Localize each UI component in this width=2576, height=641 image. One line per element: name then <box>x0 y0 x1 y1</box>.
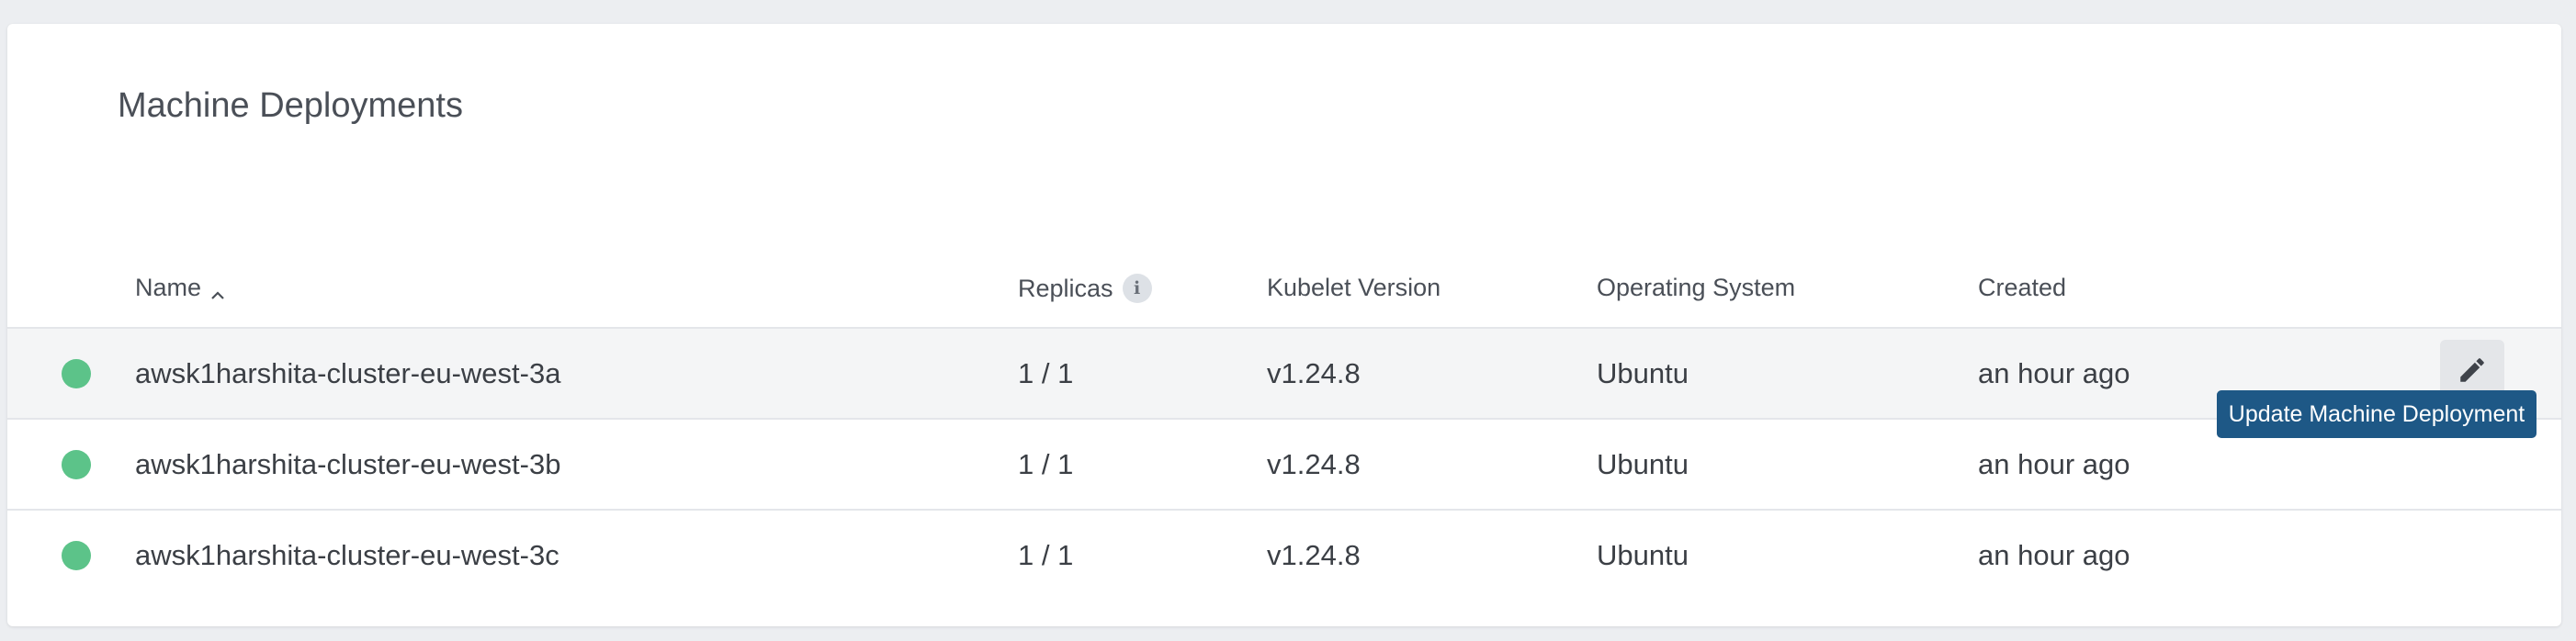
kubelet-version: v1.24.8 <box>1267 538 1361 571</box>
kubelet-version: v1.24.8 <box>1267 447 1361 480</box>
created-time: an hour ago <box>1978 447 2130 480</box>
card-title: Machine Deployments <box>118 86 463 125</box>
table-row[interactable]: awsk1harshita-cluster-eu-west-3a 1 / 1 v… <box>7 327 2561 418</box>
replicas-value: 1 / 1 <box>1018 356 1074 389</box>
deployment-name: awsk1harshita-cluster-eu-west-3c <box>135 538 559 571</box>
operating-system: Ubuntu <box>1597 447 1689 480</box>
column-label-replicas: Replicas <box>1018 274 1113 302</box>
machine-deployments-table: Name Replicas i Kubelet Version Operatin… <box>7 244 2561 600</box>
deployment-name: awsk1harshita-cluster-eu-west-3b <box>135 447 561 480</box>
table-row[interactable]: awsk1harshita-cluster-eu-west-3b 1 / 1 v… <box>7 418 2561 509</box>
column-header-kubelet: Kubelet Version <box>1267 274 1441 302</box>
status-dot-icon <box>62 359 91 388</box>
kubelet-version: v1.24.8 <box>1267 356 1361 389</box>
info-icon[interactable]: i <box>1122 274 1152 303</box>
column-header-created: Created <box>1978 274 2066 302</box>
chevron-up-icon <box>210 281 225 299</box>
column-label-kubelet: Kubelet Version <box>1267 274 1441 301</box>
operating-system: Ubuntu <box>1597 538 1689 571</box>
column-header-name[interactable]: Name <box>135 274 225 302</box>
column-header-replicas: Replicas i <box>1018 274 1152 303</box>
machine-deployments-card: Machine Deployments Name Replicas i Kube… <box>7 24 2561 626</box>
update-deployment-tooltip: Update Machine Deployment <box>2217 390 2536 438</box>
column-label-name: Name <box>135 274 202 301</box>
status-dot-icon <box>62 450 91 479</box>
created-time: an hour ago <box>1978 538 2130 571</box>
column-label-created: Created <box>1978 274 2067 301</box>
deployment-name: awsk1harshita-cluster-eu-west-3a <box>135 356 561 389</box>
replicas-value: 1 / 1 <box>1018 447 1074 480</box>
status-dot-icon <box>62 541 91 570</box>
table-row[interactable]: awsk1harshita-cluster-eu-west-3c 1 / 1 v… <box>7 509 2561 600</box>
column-header-os: Operating System <box>1597 274 1795 302</box>
pencil-icon <box>2457 354 2488 390</box>
operating-system: Ubuntu <box>1597 356 1689 389</box>
replicas-value: 1 / 1 <box>1018 538 1074 571</box>
created-time: an hour ago <box>1978 356 2130 389</box>
column-label-os: Operating System <box>1597 274 1796 301</box>
table-header: Name Replicas i Kubelet Version Operatin… <box>7 244 2561 327</box>
